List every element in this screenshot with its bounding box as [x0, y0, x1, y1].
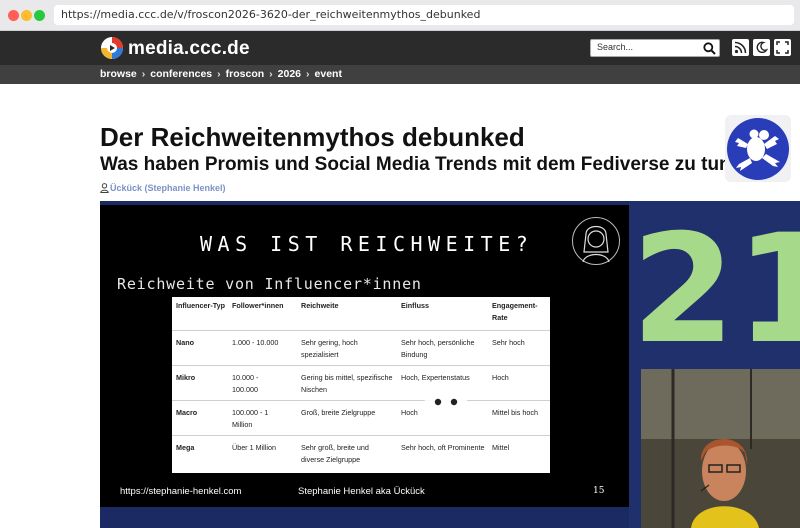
slide-page-number: 15: [593, 486, 605, 496]
rss-icon: [734, 41, 747, 54]
table-header-cell: Follower*innen: [232, 301, 284, 310]
search-icon[interactable]: [703, 42, 716, 55]
table-cell: Über 1 Million: [232, 443, 276, 452]
table-cell: Mittel bis hoch: [492, 408, 538, 417]
video-player[interactable]: 21 WAS IST REICHWEITE? Reichweite von In…: [100, 201, 800, 528]
breadcrumb-froscon[interactable]: froscon: [226, 68, 265, 80]
table-cell: Hoch: [492, 373, 509, 382]
table-cell: Macro: [176, 408, 198, 417]
influencer-table: Influencer-Typ Follower*innen Reichweite…: [172, 297, 550, 473]
table-row: Nano 1.000 - 10.000 Sehr gering, hoch sp…: [172, 331, 550, 366]
table-cell: 100.000 - 1 Million: [232, 408, 269, 429]
browser-toolbar: https://media.ccc.de/v/froscon2026-3620-…: [0, 0, 800, 31]
media-ccc-logo-icon[interactable]: [100, 36, 124, 60]
rss-button[interactable]: [732, 39, 749, 56]
backdrop-number: 21: [631, 203, 800, 377]
table-header-cell: Reichweite: [301, 301, 339, 310]
table-cell: Mittel: [492, 443, 510, 452]
froscon-logo[interactable]: [725, 115, 791, 182]
breadcrumb: browse › conferences › froscon › 2026 › event: [0, 65, 800, 84]
window-minimize-button[interactable]: [21, 10, 32, 21]
slide-footer-author: Stephanie Henkel aka Ückück: [298, 486, 425, 497]
table-cell: Sehr gering, hoch spezialisiert: [301, 338, 358, 359]
table-cell: Sehr hoch: [492, 338, 525, 347]
window-close-button[interactable]: [8, 10, 19, 21]
table-cell: Sehr hoch, oft Prominente: [401, 443, 485, 452]
fullscreen-icon: [776, 41, 789, 54]
search-box: [590, 39, 720, 57]
frog-icon: [727, 118, 789, 180]
slide-heading: WAS IST REICHWEITE?: [200, 232, 534, 256]
table-cell: Sehr groß, breite und diverse Zielgruppe: [301, 443, 369, 464]
table-row: Mega Über 1 Million Sehr groß, breite un…: [172, 436, 550, 473]
table-cell: 10.000 - 100.000: [232, 373, 259, 394]
table-cell: Nano: [176, 338, 194, 347]
page-subtitle: Was haben Promis und Social Media Trends…: [100, 154, 743, 175]
presentation-slide: WAS IST REICHWEITE? Reichweite von Influ…: [100, 205, 629, 507]
speaker-link[interactable]: Ückück (Stephanie Henkel): [100, 183, 226, 193]
slide-footer-url: https://stephanie-henkel.com: [120, 486, 242, 497]
breadcrumb-conferences[interactable]: conferences: [150, 68, 212, 80]
table-row: Macro 100.000 - 1 Million Groß, breite Z…: [172, 401, 550, 436]
breadcrumb-separator: ›: [141, 68, 146, 80]
table-header-row: Influencer-Typ Follower*innen Reichweite…: [172, 297, 550, 331]
window-maximize-button[interactable]: [34, 10, 45, 21]
search-input[interactable]: [597, 42, 697, 52]
slide-subheading: Reichweite von Influencer*innen: [117, 275, 422, 293]
person-icon: [100, 183, 109, 193]
site-header: media.ccc.de: [0, 31, 800, 65]
moon-icon: [756, 41, 768, 54]
table-row: Mikro 10.000 - 100.000 Gering bis mittel…: [172, 366, 550, 401]
table-cell: Mikro: [176, 373, 196, 382]
table-cell: 1.000 - 10.000: [232, 338, 279, 347]
breadcrumb-browse[interactable]: browse: [100, 68, 137, 80]
fullscreen-button[interactable]: [774, 39, 791, 56]
speaker-avatar-icon: [572, 217, 620, 265]
address-bar[interactable]: https://media.ccc.de/v/froscon2026-3620-…: [54, 5, 794, 25]
speaker-camera-feed: [641, 369, 800, 528]
table-header-cell: Engagement-Rate: [492, 301, 538, 322]
table-header-cell: Influencer-Typ: [176, 301, 225, 310]
table-cell: Groß, breite Zielgruppe: [301, 408, 376, 417]
table-cell: Gering bis mittel, spezifische Nischen: [301, 373, 393, 394]
page-title: Der Reichweitenmythos debunked: [100, 122, 525, 152]
breadcrumb-event: event: [314, 68, 342, 80]
table-cell: Mega: [176, 443, 195, 452]
site-logo-text[interactable]: media.ccc.de: [128, 38, 250, 60]
breadcrumb-separator: ›: [217, 68, 221, 80]
breadcrumb-separator: ›: [269, 68, 273, 80]
breadcrumb-year[interactable]: 2026: [278, 68, 301, 80]
breadcrumb-separator: ›: [306, 68, 310, 80]
speaker-name[interactable]: Ückück (Stephanie Henkel): [110, 183, 226, 193]
table-header-cell: Einfluss: [401, 301, 429, 310]
dark-mode-button[interactable]: [753, 39, 770, 56]
table-cell: Sehr hoch, persönliche Bindung: [401, 338, 475, 359]
play-icon[interactable]: [420, 380, 472, 430]
